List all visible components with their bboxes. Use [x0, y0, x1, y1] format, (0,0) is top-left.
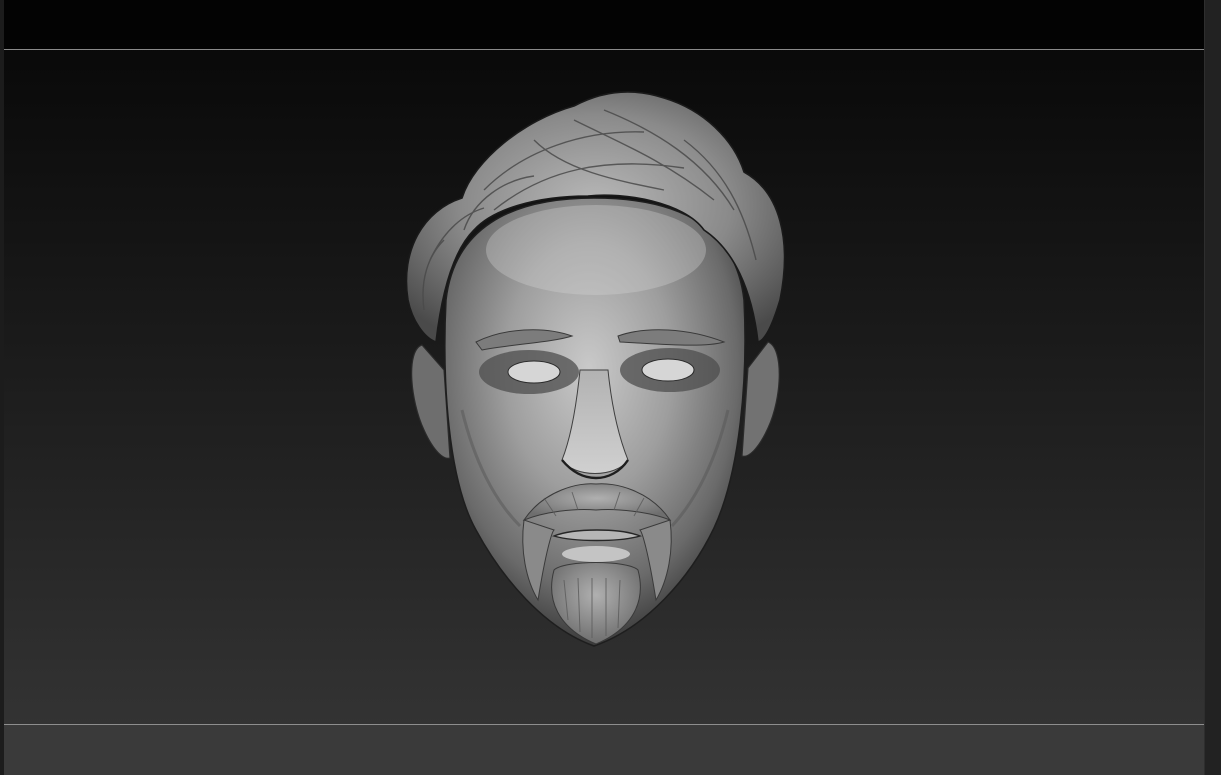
3d-viewport[interactable]	[4, 0, 1204, 775]
lower-lip	[562, 546, 630, 562]
sculpted-head-model[interactable]	[384, 80, 804, 670]
viewport-top-band	[4, 0, 1204, 49]
right-eye	[641, 358, 695, 382]
right-scrollbar[interactable]	[1204, 0, 1221, 775]
left-eye	[507, 360, 561, 384]
right-ear	[741, 341, 780, 457]
viewport-bottom-band	[4, 725, 1204, 775]
viewport-top-divider	[4, 49, 1204, 50]
forehead-highlight	[486, 205, 706, 295]
sculpt-window	[0, 0, 1221, 775]
